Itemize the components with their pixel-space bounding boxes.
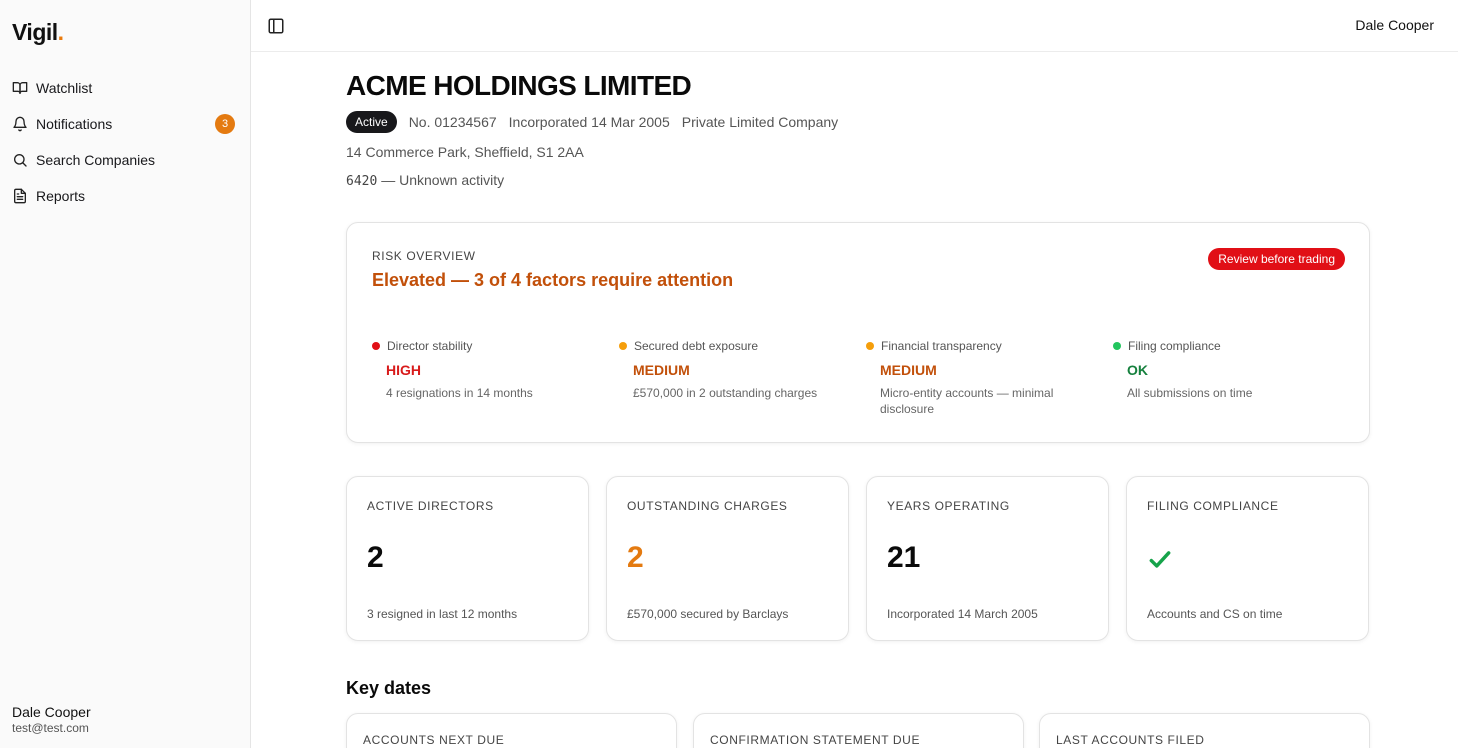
risk-factor-level: MEDIUM (880, 362, 937, 378)
risk-overview-card: RISK OVERVIEW Elevated — 3 of 4 factors … (346, 222, 1370, 443)
notification-count-badge: 3 (215, 114, 235, 134)
review-before-trading-badge[interactable]: Review before trading (1208, 248, 1345, 270)
status-dot-icon (619, 342, 627, 350)
check-icon (1149, 551, 1171, 568)
risk-factor-description: Micro-entity accounts — minimal disclosu… (880, 386, 1054, 416)
risk-factor-filing-compliance: Filing compliance OK All submissions on … (1113, 339, 1333, 401)
stat-label: OUTSTANDING CHARGES (627, 499, 788, 513)
status-dot-icon (1113, 342, 1121, 350)
date-label: LAST ACCOUNTS FILED (1056, 733, 1205, 747)
sidebar-toggle-icon[interactable] (267, 17, 285, 35)
stat-label: FILING COMPLIANCE (1147, 499, 1279, 513)
stat-subtext: Incorporated 14 March 2005 (887, 607, 1038, 621)
sidebar-item-reports[interactable]: Reports (0, 178, 251, 214)
risk-factor-director-stability: Director stability HIGH 4 resignations i… (372, 339, 592, 401)
incorporation-date: Incorporated 14 Mar 2005 (508, 114, 670, 130)
stat-card-outstanding-charges[interactable]: OUTSTANDING CHARGES 2 £570,000 secured b… (606, 476, 849, 641)
risk-factor-name: Director stability (387, 339, 473, 353)
topbar: Dale Cooper (251, 0, 1458, 52)
stat-value: 2 (367, 541, 384, 574)
sidebar-user[interactable]: Dale Cooper test@test.com (12, 704, 91, 735)
bell-icon (13, 116, 27, 132)
risk-factor-name: Filing compliance (1128, 339, 1221, 353)
sic-code: 6420 (346, 174, 378, 189)
risk-factor-financial-transparency: Financial transparency MEDIUM Micro-enti… (866, 339, 1086, 417)
risk-factor-level: HIGH (386, 362, 421, 378)
sidebar-item-label: Search Companies (36, 152, 156, 168)
stat-subtext: 3 resigned in last 12 months (367, 607, 518, 621)
sidebar: Vigil. Watchlist Notifications 3 Search … (0, 0, 251, 748)
stat-value: 2 (627, 541, 644, 574)
app-logo-text: Vigil (12, 19, 58, 45)
risk-headline: Elevated — 3 of 4 factors require attent… (372, 270, 734, 290)
sidebar-item-search-companies[interactable]: Search Companies (0, 142, 251, 178)
stat-label: YEARS OPERATING (887, 499, 1010, 513)
stat-value: 21 (887, 541, 921, 574)
company-address: 14 Commerce Park, Sheffield, S1 2AA (346, 144, 584, 160)
page-title: ACME HOLDINGS LIMITED (346, 70, 692, 101)
sidebar-item-label: Reports (36, 188, 86, 204)
risk-factor-description: £570,000 in 2 outstanding charges (633, 386, 818, 400)
sidebar-item-watchlist[interactable]: Watchlist (0, 70, 251, 106)
sidebar-nav: Watchlist Notifications 3 Search Compani… (0, 70, 251, 214)
sidebar-user-email: test@test.com (12, 721, 89, 735)
key-dates-heading: Key dates (346, 678, 432, 698)
risk-factor-description: 4 resignations in 14 months (386, 386, 533, 400)
sidebar-item-label: Watchlist (36, 80, 93, 96)
date-card-last-accounts-filed: LAST ACCOUNTS FILED (1039, 713, 1370, 748)
risk-factor-level: MEDIUM (633, 362, 690, 378)
status-badge: Active (346, 111, 397, 133)
company-number: No. 01234567 (408, 114, 497, 130)
date-label: CONFIRMATION STATEMENT DUE (710, 733, 921, 747)
company-type: Private Limited Company (681, 114, 839, 130)
stat-card-active-directors[interactable]: ACTIVE DIRECTORS 2 3 resigned in last 12… (346, 476, 589, 641)
sic-separator: — (377, 172, 400, 188)
risk-factor-name: Secured debt exposure (634, 339, 759, 353)
date-card-accounts-next-due: ACCOUNTS NEXT DUE (346, 713, 677, 748)
risk-overview-label: RISK OVERVIEW (372, 249, 476, 263)
stat-card-years-operating[interactable]: YEARS OPERATING 21 Incorporated 14 March… (866, 476, 1109, 641)
risk-factor-name: Financial transparency (881, 339, 1002, 353)
stat-subtext: £570,000 secured by Barclays (627, 607, 789, 621)
risk-factor-description: All submissions on time (1127, 386, 1253, 400)
stat-label: ACTIVE DIRECTORS (367, 499, 494, 513)
sidebar-item-label: Notifications (36, 116, 113, 132)
sic-activity: 6420 — Unknown activity (346, 172, 504, 189)
stat-card-filing-compliance[interactable]: FILING COMPLIANCE Accounts and CS on tim… (1126, 476, 1369, 641)
search-icon (14, 154, 27, 167)
app-logo[interactable]: Vigil. (12, 19, 64, 46)
date-card-confirmation-statement-due: CONFIRMATION STATEMENT DUE (693, 713, 1024, 748)
risk-factor-secured-debt: Secured debt exposure MEDIUM £570,000 in… (619, 339, 839, 401)
stat-subtext: Accounts and CS on time (1147, 607, 1283, 621)
risk-factor-level: OK (1127, 362, 1148, 378)
sidebar-user-name: Dale Cooper (12, 704, 91, 720)
book-icon (12, 82, 28, 94)
sidebar-item-notifications[interactable]: Notifications 3 (0, 106, 251, 142)
company-meta: Active No. 01234567 Incorporated 14 Mar … (346, 111, 850, 133)
status-dot-icon (866, 342, 874, 350)
topbar-user-name[interactable]: Dale Cooper (1355, 17, 1434, 33)
sic-description: Unknown activity (399, 172, 505, 188)
status-dot-icon (372, 342, 380, 350)
document-icon (14, 188, 26, 204)
date-label: ACCOUNTS NEXT DUE (363, 733, 505, 747)
logo-dot: . (57, 19, 64, 45)
